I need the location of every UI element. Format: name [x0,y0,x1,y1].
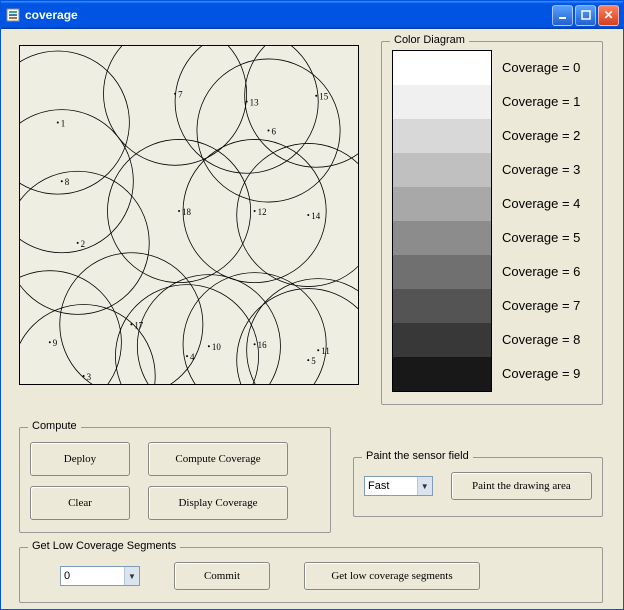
svg-text:17: 17 [134,320,143,330]
svg-text:2: 2 [81,239,85,249]
swatch-6 [393,255,491,289]
swatch-3 [393,153,491,187]
swatch-0 [393,51,491,85]
swatch-2 [393,119,491,153]
svg-text:5: 5 [311,356,316,366]
titlebar-buttons: ✕ [552,5,619,26]
low-coverage-group: Get Low Coverage Segments 0 ▼ Commit Get… [19,547,603,603]
close-button[interactable]: ✕ [598,5,619,26]
deploy-button[interactable]: Deploy [30,442,130,476]
svg-text:10: 10 [212,342,221,352]
swatch-label-1: Coverage = 1 [502,84,580,118]
svg-text:4: 4 [190,352,195,362]
swatch-4 [393,187,491,221]
swatch-label-2: Coverage = 2 [502,118,580,152]
svg-text:6: 6 [272,126,277,136]
window-title: coverage [25,8,552,22]
swatch-label-5: Coverage = 5 [502,220,580,254]
svg-text:8: 8 [65,177,70,187]
swatch-label-8: Coverage = 8 [502,322,580,356]
swatch-label-6: Coverage = 6 [502,254,580,288]
paint-group: Paint the sensor field Fast ▼ Paint the … [353,457,603,517]
svg-text:13: 13 [250,98,259,108]
svg-text:14: 14 [311,211,320,221]
client-area: 123456789101112131415161718 Color Diagra… [1,29,623,609]
compute-group: Compute Deploy Compute Coverage Clear Di… [19,427,331,533]
svg-text:16: 16 [258,340,267,350]
color-swatches [392,50,492,392]
low-coverage-level-select[interactable]: 0 ▼ [60,566,140,586]
paint-speed-select[interactable]: Fast ▼ [364,476,433,496]
svg-text:1: 1 [61,119,65,129]
minimize-button[interactable] [552,5,573,26]
color-diagram-group: Color Diagram Coverage = 0Coverage = 1Co… [381,41,603,405]
svg-text:7: 7 [178,90,183,100]
maximize-button[interactable] [575,5,596,26]
low-coverage-title: Get Low Coverage Segments [28,540,180,552]
swatch-7 [393,289,491,323]
swatch-9 [393,357,491,391]
low-coverage-level-value: 0 [64,570,70,582]
compute-title: Compute [28,420,81,432]
swatch-8 [393,323,491,357]
svg-text:9: 9 [53,338,58,348]
chevron-down-icon: ▼ [417,477,432,495]
sensor-canvas[interactable]: 123456789101112131415161718 [19,45,359,385]
swatch-label-4: Coverage = 4 [502,186,580,220]
svg-text:12: 12 [258,207,267,217]
compute-coverage-button[interactable]: Compute Coverage [148,442,288,476]
color-diagram-title: Color Diagram [390,34,469,46]
swatch-1 [393,85,491,119]
commit-button[interactable]: Commit [174,562,270,590]
swatch-5 [393,221,491,255]
app-icon [5,7,21,23]
app-window: coverage ✕ 123456789101112131415161718 C… [0,0,624,610]
color-swatch-labels: Coverage = 0Coverage = 1Coverage = 2Cove… [502,50,580,392]
display-coverage-button[interactable]: Display Coverage [148,486,288,520]
swatch-label-0: Coverage = 0 [502,50,580,84]
svg-text:15: 15 [319,92,328,102]
paint-speed-value: Fast [368,480,389,492]
paint-title: Paint the sensor field [362,450,473,462]
clear-button[interactable]: Clear [30,486,130,520]
swatch-label-7: Coverage = 7 [502,288,580,322]
swatch-label-9: Coverage = 9 [502,356,580,390]
chevron-down-icon: ▼ [124,567,139,585]
paint-area-button[interactable]: Paint the drawing area [451,472,592,500]
get-low-coverage-button[interactable]: Get low coverage segments [304,562,480,590]
swatch-label-3: Coverage = 3 [502,152,580,186]
titlebar[interactable]: coverage ✕ [1,1,623,29]
svg-text:18: 18 [182,207,191,217]
